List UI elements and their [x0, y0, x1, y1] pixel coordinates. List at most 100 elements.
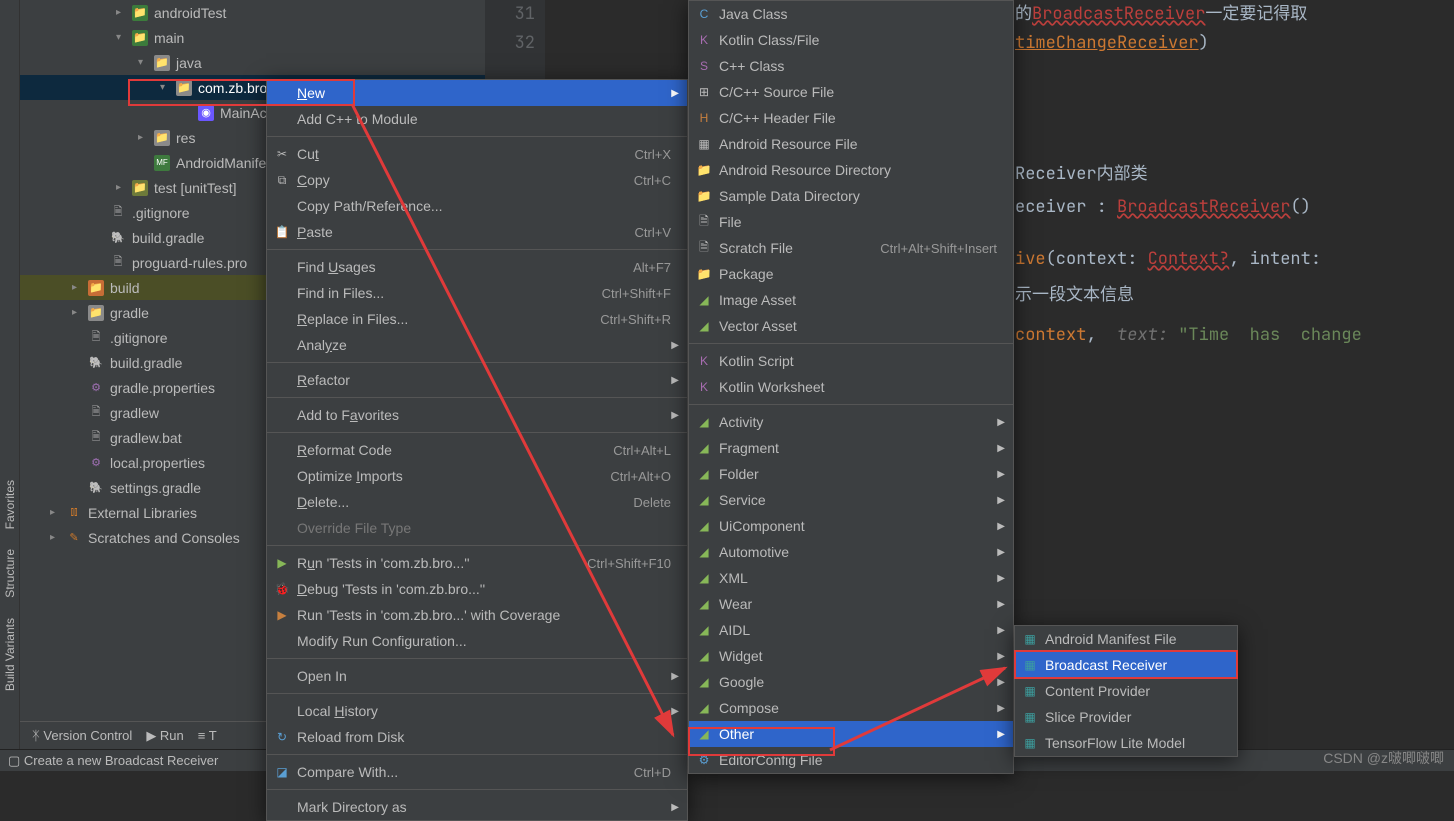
- chevron-right-icon[interactable]: ▸: [72, 282, 82, 293]
- menu-icon: 📁: [695, 187, 713, 205]
- menu-item-label: Automotive: [719, 544, 789, 560]
- rail-structure[interactable]: Structure: [3, 549, 17, 598]
- menu-item[interactable]: ◢Compose▶: [689, 695, 1013, 721]
- menu-item[interactable]: ▶Run 'Tests in 'com.zb.bro...' with Cove…: [267, 602, 687, 628]
- folder-icon: 📁: [154, 55, 170, 71]
- menu-item[interactable]: ⊞C/C++ Source File: [689, 79, 1013, 105]
- menu-icon: ⊞: [695, 83, 713, 101]
- submenu-other[interactable]: ▦Android Manifest File▦Broadcast Receive…: [1014, 625, 1238, 757]
- menu-item[interactable]: ◢Widget▶: [689, 643, 1013, 669]
- menu-item[interactable]: ▦TensorFlow Lite Model: [1015, 730, 1237, 756]
- tool-version-control[interactable]: ᛡ Version Control: [32, 728, 132, 743]
- tree-item[interactable]: ▾📁main: [20, 25, 485, 50]
- chevron-right-icon[interactable]: ▸: [72, 307, 82, 318]
- menu-item[interactable]: Optimize ImportsCtrl+Alt+O: [267, 463, 687, 489]
- menu-item[interactable]: ◢Other▶: [689, 721, 1013, 747]
- menu-item[interactable]: ▦Android Manifest File: [1015, 626, 1237, 652]
- chevron-right-icon[interactable]: ▸: [116, 7, 126, 18]
- menu-item[interactable]: ◢Activity▶: [689, 409, 1013, 435]
- menu-item[interactable]: ↻Reload from Disk: [267, 724, 687, 750]
- tool-todo[interactable]: ≡ T: [198, 728, 217, 743]
- menu-item[interactable]: ▦Android Resource File: [689, 131, 1013, 157]
- tree-item[interactable]: ▸📁androidTest: [20, 0, 485, 25]
- menu-item[interactable]: ◢Service▶: [689, 487, 1013, 513]
- menu-item[interactable]: KKotlin Script: [689, 348, 1013, 374]
- context-menu[interactable]: New▶Add C++ to Module ✂CutCtrl+X⧉CopyCtrl…: [266, 79, 688, 821]
- menu-item[interactable]: ▦Content Provider: [1015, 678, 1237, 704]
- chevron-right-icon[interactable]: ▸: [50, 532, 60, 543]
- menu-item[interactable]: Mark Directory as▶: [267, 794, 687, 820]
- menu-item[interactable]: 📁Sample Data Directory: [689, 183, 1013, 209]
- menu-item[interactable]: Add to Favorites▶: [267, 402, 687, 428]
- menu-item[interactable]: ▶Run 'Tests in 'com.zb.bro...''Ctrl+Shif…: [267, 550, 687, 576]
- chevron-down-icon[interactable]: ▾: [138, 57, 148, 68]
- menu-item[interactable]: KKotlin Class/File: [689, 27, 1013, 53]
- menu-item-label: Content Provider: [1045, 683, 1150, 699]
- menu-item[interactable]: Open In▶: [267, 663, 687, 689]
- chevron-right-icon[interactable]: ▸: [116, 182, 126, 193]
- menu-item[interactable]: ◢XML▶: [689, 565, 1013, 591]
- menu-icon: 📁: [695, 265, 713, 283]
- menu-item[interactable]: 🗎Scratch FileCtrl+Alt+Shift+Insert: [689, 235, 1013, 261]
- menu-item[interactable]: Replace in Files...Ctrl+Shift+R: [267, 306, 687, 332]
- menu-item[interactable]: ◢Automotive▶: [689, 539, 1013, 565]
- menu-item[interactable]: 📁Android Resource Directory: [689, 157, 1013, 183]
- menu-item[interactable]: 🗎File: [689, 209, 1013, 235]
- menu-item[interactable]: Find UsagesAlt+F7: [267, 254, 687, 280]
- menu-item[interactable]: ◢Image Asset: [689, 287, 1013, 313]
- rail-favorites[interactable]: Favorites: [3, 480, 17, 529]
- chevron-right-icon: ▶: [997, 443, 1005, 454]
- chevron-right-icon[interactable]: ▸: [138, 132, 148, 143]
- menu-item[interactable]: Modify Run Configuration...: [267, 628, 687, 654]
- menu-item[interactable]: Find in Files...Ctrl+Shift+F: [267, 280, 687, 306]
- menu-icon: ◢: [695, 725, 713, 743]
- menu-item[interactable]: KKotlin Worksheet: [689, 374, 1013, 400]
- submenu-new[interactable]: CJava ClassKKotlin Class/FileSC++ Class⊞…: [688, 0, 1014, 774]
- menu-item[interactable]: Add C++ to Module: [267, 106, 687, 132]
- menu-item[interactable]: Analyze▶: [267, 332, 687, 358]
- menu-item-label: Find Usages: [297, 259, 376, 275]
- menu-item-label: Scratch File: [719, 240, 793, 256]
- menu-item[interactable]: ◢Vector Asset: [689, 313, 1013, 339]
- menu-item[interactable]: Delete...Delete: [267, 489, 687, 515]
- menu-item[interactable]: New▶: [267, 80, 687, 106]
- menu-item[interactable]: CJava Class: [689, 1, 1013, 27]
- menu-item[interactable]: 📋PasteCtrl+V: [267, 219, 687, 245]
- tree-item-label: build.gradle: [110, 355, 182, 371]
- chevron-right-icon[interactable]: ▸: [50, 507, 60, 518]
- menu-item[interactable]: ◢Folder▶: [689, 461, 1013, 487]
- menu-item[interactable]: ⚙EditorConfig File: [689, 747, 1013, 773]
- rail-build-variants[interactable]: Build Variants: [3, 618, 17, 691]
- menu-item[interactable]: ▦Slice Provider: [1015, 704, 1237, 730]
- menu-item[interactable]: ⧉CopyCtrl+C: [267, 167, 687, 193]
- menu-item[interactable]: ◢Google▶: [689, 669, 1013, 695]
- tree-item-label: gradle: [110, 305, 149, 321]
- chevron-down-icon[interactable]: ▾: [116, 32, 126, 43]
- chevron-down-icon[interactable]: ▾: [160, 82, 170, 93]
- hint-icon: ▢: [8, 753, 20, 769]
- tool-run[interactable]: ▶ Run: [146, 728, 183, 744]
- menu-item[interactable]: 🐞Debug 'Tests in 'com.zb.bro...'': [267, 576, 687, 602]
- menu-item[interactable]: ◢UiComponent▶: [689, 513, 1013, 539]
- menu-item[interactable]: ◢Wear▶: [689, 591, 1013, 617]
- menu-item-label: TensorFlow Lite Model: [1045, 735, 1185, 751]
- menu-item[interactable]: ◢Fragment▶: [689, 435, 1013, 461]
- tree-item[interactable]: ▾📁java: [20, 50, 485, 75]
- menu-item-label: Activity: [719, 414, 763, 430]
- menu-item[interactable]: ✂CutCtrl+X: [267, 141, 687, 167]
- menu-item[interactable]: ◢AIDL▶: [689, 617, 1013, 643]
- menu-item[interactable]: Copy Path/Reference...: [267, 193, 687, 219]
- menu-item[interactable]: 📁Package: [689, 261, 1013, 287]
- menu-item[interactable]: Refactor▶: [267, 367, 687, 393]
- menu-item[interactable]: HC/C++ Header File: [689, 105, 1013, 131]
- menu-item[interactable]: ▦Broadcast Receiver: [1015, 652, 1237, 678]
- menu-item[interactable]: SC++ Class: [689, 53, 1013, 79]
- menu-item[interactable]: ◪Compare With...Ctrl+D: [267, 759, 687, 785]
- menu-icon: ◢: [695, 543, 713, 561]
- menu-item-label: Mark Directory as: [297, 799, 407, 815]
- menu-item[interactable]: Reformat CodeCtrl+Alt+L: [267, 437, 687, 463]
- menu-item-label: Run 'Tests in 'com.zb.bro...'': [297, 555, 470, 571]
- menu-item[interactable]: Local History▶: [267, 698, 687, 724]
- menu-shortcut: Ctrl+Shift+F: [572, 286, 671, 301]
- menu-icon: ◢: [695, 699, 713, 717]
